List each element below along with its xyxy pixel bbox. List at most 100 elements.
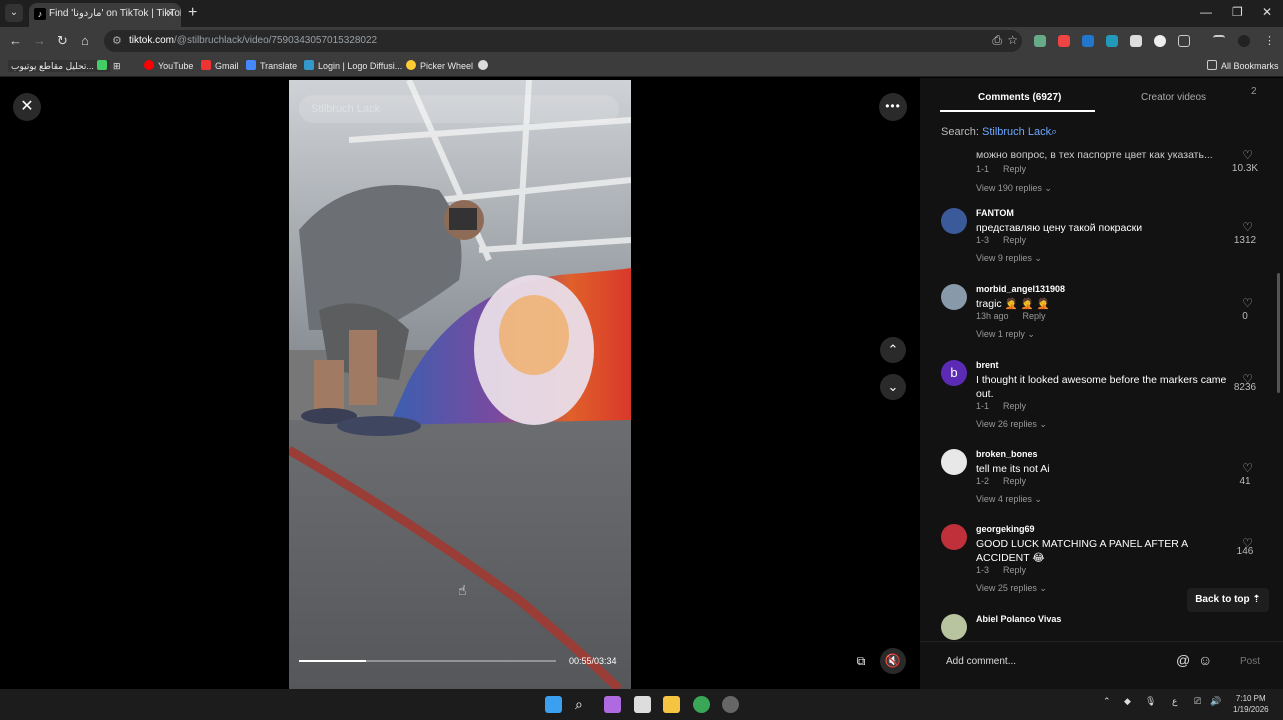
minimize-button[interactable]: —	[1200, 5, 1212, 19]
tab-search-button[interactable]: ⌄	[5, 4, 23, 22]
avatar[interactable]	[941, 284, 967, 310]
address-bar[interactable]: ⚙ tiktok.com/@stilbruchlack/video/759034…	[104, 30, 1022, 52]
post-button[interactable]: Post	[1240, 656, 1260, 667]
site-info-icon[interactable]: ⚙	[112, 34, 122, 47]
extension-icon[interactable]	[1106, 35, 1118, 47]
install-app-icon[interactable]: ⎙	[992, 33, 1002, 48]
input-language[interactable]: ع	[1172, 696, 1177, 707]
reload-icon[interactable]: ↻	[57, 33, 68, 49]
comment-meta: 1-3 Reply	[976, 565, 1027, 575]
like-heart-icon[interactable]: ♡	[1242, 461, 1253, 475]
back-icon[interactable]: ←	[9, 33, 22, 49]
like-heart-icon[interactable]: ♡	[1242, 296, 1253, 310]
chrome-menu-icon[interactable]: ⋮	[1264, 33, 1275, 49]
comment-username[interactable]: georgeking69	[976, 524, 1035, 534]
all-bookmarks-button[interactable]: All Bookmarks	[1207, 60, 1279, 72]
app-taskbar-icon[interactable]	[722, 696, 739, 713]
like-heart-icon[interactable]: ♡	[1242, 148, 1253, 162]
panel-scrollbar[interactable]	[1277, 273, 1280, 393]
back-to-top-button[interactable]: Back to top ⇡	[1187, 588, 1269, 612]
extension-icon[interactable]	[1154, 35, 1166, 47]
reply-button[interactable]: Reply	[1003, 565, 1026, 575]
like-heart-icon[interactable]: ♡	[1242, 220, 1253, 234]
avatar[interactable]	[941, 208, 967, 234]
media-control-icon[interactable]	[1213, 35, 1225, 47]
close-window-button[interactable]: ✕	[1262, 5, 1272, 19]
mute-icon[interactable]: 🔇	[880, 648, 906, 674]
maximize-button[interactable]: ❐	[1232, 5, 1243, 19]
reply-button[interactable]: Reply	[1003, 164, 1026, 174]
avatar[interactable]	[941, 614, 967, 640]
bookmark-youtube[interactable]: YouTube	[144, 60, 193, 72]
volume-icon[interactable]: 🔊	[1210, 696, 1221, 707]
network-icon[interactable]: ⎚	[1194, 696, 1201, 707]
reply-button[interactable]: Reply	[1003, 401, 1026, 411]
comment-username[interactable]: FANTOM	[976, 208, 1014, 218]
forward-icon[interactable]: →	[33, 33, 46, 49]
previous-video-icon[interactable]: ⌃	[880, 337, 906, 363]
floating-player-icon[interactable]: ⧉	[848, 648, 874, 674]
url-text: tiktok.com/@stilbruchlack/video/75903430…	[129, 35, 378, 46]
comment-text: GOOD LUCK MATCHING A PANEL AFTER A ACCID…	[976, 538, 1188, 564]
mention-icon[interactable]: @	[1176, 652, 1190, 668]
store-icon[interactable]	[634, 696, 651, 713]
view-replies-button[interactable]: View 9 replies ⌄	[976, 253, 1042, 264]
bookmarks-bar: تحليل مقاطع يوتيوب... ⊞ YouTube Gmail Tr…	[0, 55, 1283, 77]
microphone-icon[interactable]: 🎙	[1145, 696, 1156, 707]
tab-comments[interactable]: Comments (6927)	[978, 92, 1061, 103]
globe-bookmark-icon[interactable]	[478, 60, 492, 72]
view-replies-button[interactable]: View 4 replies ⌄	[976, 494, 1042, 505]
browser-tab[interactable]: ♪ Find 'ماردونا' on TikTok | TikTok ✕	[29, 3, 181, 27]
home-icon[interactable]: ⌂	[81, 33, 89, 49]
view-replies-button[interactable]: View 1 reply ⌄	[976, 329, 1035, 340]
comment-username[interactable]: brent	[976, 360, 999, 370]
add-comment-input[interactable]: Add comment...	[946, 656, 1016, 667]
tab-creator-videos[interactable]: Creator videos	[1141, 92, 1206, 103]
bookmark-translate[interactable]: Translate	[246, 60, 297, 72]
like-count: 41	[1239, 476, 1251, 487]
comment-username[interactable]: broken_bones	[976, 449, 1038, 459]
copilot-tray-icon[interactable]: ◆	[1124, 696, 1131, 707]
more-options-icon[interactable]: •••	[879, 93, 907, 121]
bookmark-logo-diffusion[interactable]: Login | Logo Diffusi...	[304, 60, 402, 72]
extension-icon[interactable]	[1130, 35, 1142, 47]
view-replies-button[interactable]: View 190 replies ⌄	[976, 183, 1052, 194]
bookmark-star-icon[interactable]: ☆	[1007, 33, 1018, 47]
video-progress-bar[interactable]	[299, 660, 556, 662]
profile-avatar[interactable]	[1238, 35, 1250, 47]
chrome-taskbar-icon[interactable]	[693, 696, 710, 713]
video-search-input[interactable]: Stilbruch Lack	[299, 95, 619, 123]
reply-button[interactable]: Reply	[1023, 311, 1046, 321]
extensions-puzzle-icon[interactable]	[1178, 35, 1190, 47]
new-tab-button[interactable]: +	[188, 4, 197, 22]
emoji-icon[interactable]: ☺	[1198, 652, 1212, 668]
avatar[interactable]	[941, 524, 967, 550]
copilot-icon[interactable]	[604, 696, 621, 713]
extension-icon[interactable]	[1082, 35, 1094, 47]
apps-grid-icon[interactable]: ⊞	[113, 60, 121, 72]
avatar[interactable]	[941, 449, 967, 475]
tray-overflow-icon[interactable]: ⌃	[1103, 696, 1111, 707]
reply-button[interactable]: Reply	[1003, 476, 1026, 486]
bookmark-picker-wheel[interactable]: Picker Wheel	[406, 60, 473, 72]
bookmark-gmail[interactable]: Gmail	[201, 60, 239, 72]
view-replies-button[interactable]: View 26 replies ⌄	[976, 419, 1047, 430]
view-replies-button[interactable]: View 25 replies ⌄	[976, 583, 1047, 594]
search-icon[interactable]: ⌕	[575, 696, 592, 713]
bookmark-item[interactable]: تحليل مقاطع يوتيوب...	[8, 60, 110, 72]
file-explorer-icon[interactable]	[663, 696, 680, 713]
close-tab-icon[interactable]: ✕	[166, 3, 175, 25]
comment-username[interactable]: morbid_angel131908	[976, 284, 1065, 294]
close-icon[interactable]: ✕	[13, 93, 41, 121]
like-count: 10.3K	[1231, 163, 1259, 174]
extension-icon[interactable]	[1034, 35, 1046, 47]
avatar[interactable]: b	[941, 360, 967, 386]
comment-username[interactable]: Abiel Polanco Vivas	[976, 614, 1061, 624]
extension-icon[interactable]	[1058, 35, 1070, 47]
comment-search[interactable]: Search: Stilbruch Lack⌕	[941, 126, 1057, 139]
reply-button[interactable]: Reply	[1003, 235, 1026, 245]
windows-start-icon[interactable]	[545, 696, 562, 713]
next-video-icon[interactable]: ⌄	[880, 374, 906, 400]
comment-meta: 1-2 Reply	[976, 476, 1027, 486]
clock[interactable]: 7:10 PM 1/19/2026	[1233, 693, 1269, 715]
